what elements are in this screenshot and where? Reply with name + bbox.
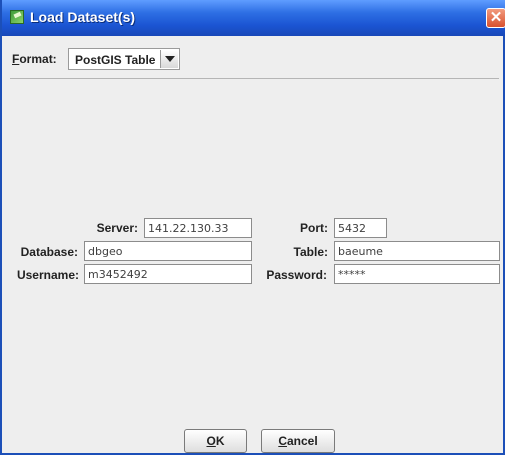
format-dropdown[interactable]: PostGIS Table: [68, 48, 180, 70]
database-field[interactable]: dbgeo: [84, 241, 252, 261]
window-title: Load Dataset(s): [30, 9, 136, 25]
database-label: Database:: [20, 245, 78, 259]
server-field[interactable]: 141.22.130.33: [144, 218, 252, 238]
format-label-rest: ormat:: [19, 52, 57, 66]
ok-mnemonic: O: [206, 434, 216, 448]
password-field[interactable]: *****: [334, 264, 500, 284]
ok-button[interactable]: OK: [184, 429, 247, 453]
chevron-down-icon[interactable]: [160, 50, 178, 68]
load-dataset-dialog: Load Dataset(s) ✕ Format: PostGIS Table …: [0, 0, 505, 455]
divider: [10, 78, 499, 79]
cancel-mnemonic: C: [278, 434, 287, 448]
cancel-label-rest: ancel: [286, 434, 318, 448]
title-bar[interactable]: Load Dataset(s) ✕: [2, 0, 505, 36]
port-label: Port:: [300, 221, 328, 235]
table-label: Table:: [293, 245, 328, 259]
port-field[interactable]: 5432: [334, 218, 387, 238]
ok-label-rest: K: [215, 434, 225, 448]
username-field[interactable]: m3452492: [84, 264, 252, 284]
close-button[interactable]: ✕: [486, 8, 505, 28]
table-field[interactable]: baeume: [334, 241, 500, 261]
format-selected-value: PostGIS Table: [75, 53, 156, 67]
cancel-button[interactable]: Cancel: [261, 429, 335, 453]
server-label: Server:: [96, 221, 138, 235]
password-label: Password:: [266, 268, 327, 282]
format-label: Format:: [12, 52, 57, 66]
username-label: Username:: [16, 268, 79, 282]
app-icon: [10, 10, 24, 24]
